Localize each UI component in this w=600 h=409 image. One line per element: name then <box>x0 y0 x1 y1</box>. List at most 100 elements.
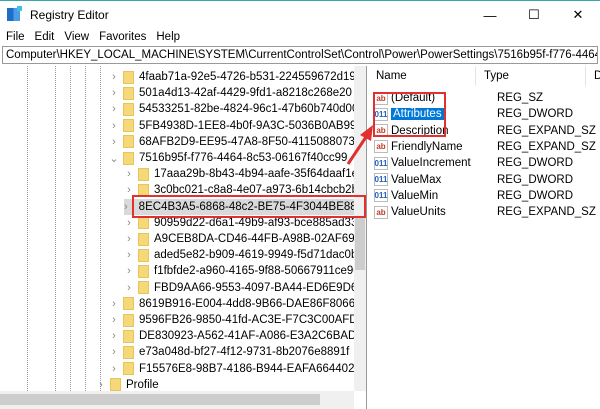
chevron-right-icon[interactable]: › <box>109 363 119 375</box>
tree-item-label: 7516b95f-f776-4464-8c53-06167f40cc99 <box>139 152 348 164</box>
menu-bar: File Edit View Favorites Help <box>0 28 180 46</box>
chevron-right-icon[interactable]: › <box>124 233 134 245</box>
chevron-right-icon[interactable]: › <box>124 168 134 180</box>
chevron-right-icon[interactable]: › <box>109 103 119 115</box>
menu-edit[interactable]: Edit <box>35 31 55 43</box>
folder-icon <box>138 232 149 246</box>
close-button[interactable]: ✕ <box>556 1 600 29</box>
chevron-right-icon[interactable]: › <box>124 217 134 229</box>
folder-icon <box>123 119 134 133</box>
folder-icon <box>123 297 134 311</box>
chevron-right-icon[interactable]: › <box>109 136 119 148</box>
value-type: REG_DWORD <box>497 157 574 170</box>
value-type: REG_EXPAND_SZ <box>497 140 596 153</box>
column-data[interactable]: Data <box>586 66 600 86</box>
chevron-right-icon[interactable]: › <box>109 120 119 132</box>
tree-guide <box>85 66 86 391</box>
folder-icon <box>138 281 149 295</box>
tree-item-label: aded5e82-b909-4619-9949-f5d71dac0bcb <box>154 249 367 262</box>
tree-item-label: 68AFB2D9-EE95-47A8-8F50-4115088073B1 <box>139 135 367 148</box>
folder-icon <box>138 264 149 278</box>
chevron-right-icon[interactable]: › <box>109 330 119 342</box>
chevron-right-icon[interactable]: › <box>124 201 128 213</box>
tree-guide <box>70 66 71 391</box>
tree-item[interactable]: › A9CEB8DA-CD46-44FB-A98B-02AF69DE4623 <box>124 231 366 247</box>
tree-item[interactable]: › 4faab71a-92e5-4726-b531-224559672d19 <box>109 69 356 85</box>
tree-item-label: 4faab71a-92e5-4726-b531-224559672d19 <box>139 71 356 83</box>
column-type[interactable]: Type <box>476 66 586 86</box>
value-name: ValueMax <box>391 173 442 186</box>
chevron-right-icon[interactable]: › <box>109 314 119 326</box>
tree-item[interactable]: ⌄ 7516b95f-f776-4464-8c53-06167f40cc99 <box>109 150 347 166</box>
chevron-down-icon[interactable]: ⌄ <box>109 152 119 165</box>
annotation-box-values <box>373 92 446 137</box>
tree-item-label: 5FB4938D-1EE8-4b0f-9A3C-5036B0AB995C <box>139 119 367 132</box>
binary-value-icon: 011 <box>374 189 388 203</box>
folder-icon <box>138 167 149 181</box>
menu-view[interactable]: View <box>64 31 89 43</box>
registry-editor-icon <box>7 6 22 21</box>
tree-item-label: 17aaa29b-8b43-4b94-aafe-35f64daaf1ee <box>154 168 365 181</box>
tree-item[interactable]: › 8619B916-E004-4dd8-9B66-DAE86F806698 <box>109 296 366 312</box>
tree-item[interactable]: › F15576E8-98B7-4186-B944-EAFA664402D9 <box>109 361 367 377</box>
value-name: FriendlyName <box>391 140 463 153</box>
chevron-right-icon[interactable]: › <box>124 249 134 261</box>
tree-item[interactable]: › 501a4d13-42af-4429-9fd1-a8218c268e20 <box>109 85 352 101</box>
chevron-right-icon[interactable]: › <box>109 346 119 358</box>
tree-item[interactable]: › e73a048d-bf27-4f12-9731-8b2076e8891f <box>109 344 349 360</box>
address-bar[interactable]: Computer\HKEY_LOCAL_MACHINE\SYSTEM\Curre… <box>2 46 598 64</box>
maximize-button[interactable]: ☐ <box>512 1 556 29</box>
folder-icon <box>123 102 134 116</box>
tree-item[interactable]: › aded5e82-b909-4619-9949-f5d71dac0bcb <box>124 247 367 263</box>
tree-horizontal-scrollbar[interactable] <box>0 391 354 409</box>
value-type: REG_SZ <box>497 92 544 104</box>
tree-guide <box>27 66 28 391</box>
tree-item[interactable]: › FBD9AA66-9553-4097-BA44-ED6E9D65EAB8 <box>124 280 366 296</box>
tree-item-label: F15576E8-98B7-4186-B944-EAFA664402D9 <box>139 362 367 375</box>
value-type: REG_EXPAND_SZ <box>497 206 596 219</box>
value-type: REG_DWORD <box>497 108 574 121</box>
tree-item-label: A9CEB8DA-CD46-44FB-A98B-02AF69DE4623 <box>154 233 366 245</box>
column-name[interactable]: Name <box>368 66 476 86</box>
folder-icon <box>123 345 134 359</box>
tree-item-label: 9596FB26-9850-41fd-AC3E-F7C3C00AFD4B <box>139 314 367 326</box>
chevron-right-icon[interactable]: › <box>124 265 134 277</box>
title-bar: Registry Editor — ☐ ✕ <box>0 0 600 28</box>
tree-item-label: f1fbfde2-a960-4165-9f88-50667911ce96 <box>154 265 360 278</box>
chevron-right-icon[interactable]: › <box>96 379 106 391</box>
chevron-right-icon[interactable]: › <box>109 87 119 99</box>
tree-item[interactable]: › f1fbfde2-a960-4165-9f88-50667911ce96 <box>124 263 360 279</box>
chevron-right-icon[interactable]: › <box>109 71 119 83</box>
menu-file[interactable]: File <box>6 31 25 43</box>
tree-item[interactable]: › 17aaa29b-8b43-4b94-aafe-35f64daaf1ee <box>124 166 364 182</box>
minimize-button[interactable]: — <box>468 1 512 29</box>
tree-item[interactable]: › 68AFB2D9-EE95-47A8-8F50-4115088073B1 <box>109 134 367 150</box>
value-row[interactable]: 011ValueIncrementREG_DWORD0 <box>374 155 600 171</box>
folder-icon <box>123 135 134 149</box>
folder-icon <box>138 216 149 230</box>
tree-item-label: 501a4d13-42af-4429-9fd1-a8218c268e20 <box>139 87 352 100</box>
value-row[interactable]: abValueUnitsREG_EXPAND_SZ@ <box>374 204 600 220</box>
tree-item-label: 90959d22-d6a1-49b9-af93-bce885ad335b <box>154 216 367 229</box>
tree-item[interactable]: › 54533251-82be-4824-96c1-47b60b740d00 <box>109 101 358 117</box>
value-type: REG_DWORD <box>497 173 574 186</box>
value-type: REG_DWORD <box>497 189 574 202</box>
menu-help[interactable]: Help <box>156 31 180 43</box>
value-row[interactable]: 011ValueMaxREG_DWORD0 <box>374 172 600 188</box>
chevron-right-icon[interactable]: › <box>109 298 119 310</box>
tree-vertical-scrollbar[interactable] <box>354 66 366 391</box>
folder-icon <box>138 248 149 262</box>
chevron-right-icon[interactable]: › <box>124 282 134 294</box>
value-name: ValueUnits <box>391 206 446 219</box>
key-tree: › 4faab71a-92e5-4726-b531-224559672d19 › 50… <box>0 66 367 409</box>
tree-item[interactable]: › DE830923-A562-41AF-A086-E3A2C6BAD2DA <box>109 328 366 344</box>
annotation-box-key <box>132 195 366 218</box>
menu-favorites[interactable]: Favorites <box>99 31 146 43</box>
tree-item[interactable]: › 9596FB26-9850-41fd-AC3E-F7C3C00AFD4B <box>109 312 367 328</box>
tree-item[interactable]: › 5FB4938D-1EE8-4b0f-9A3C-5036B0AB995C <box>109 118 367 134</box>
binary-value-icon: 011 <box>374 173 388 186</box>
value-row[interactable]: 011ValueMinREG_DWORD0 <box>374 188 600 204</box>
tree-item-label: e73a048d-bf27-4f12-9731-8b2076e8891f <box>139 346 350 359</box>
tree-item-label: 54533251-82be-4824-96c1-47b60b740d00 <box>139 103 359 116</box>
value-row[interactable]: abFriendlyNameREG_EXPAND_SZ@ <box>374 139 600 155</box>
